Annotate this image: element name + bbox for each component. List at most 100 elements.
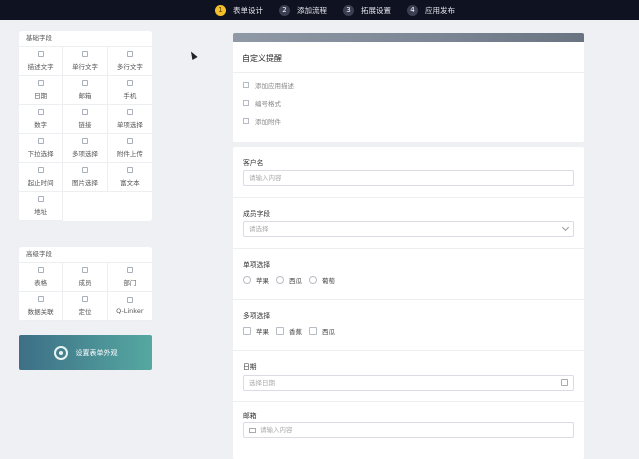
field-department[interactable]: 部门 [107, 263, 152, 292]
field-label: 附件上传 [116, 150, 143, 158]
field-label: 部门 [123, 279, 137, 287]
step-label: 添加流程 [297, 5, 327, 15]
field-table[interactable]: 表格 [19, 263, 64, 292]
field-q-linker[interactable]: Q-Linker [107, 292, 152, 321]
email-placeholder: 请输入内容 [260, 426, 293, 434]
step-number: 1 [215, 4, 226, 16]
calendar-icon [37, 80, 44, 86]
checkbox-icon [309, 327, 317, 335]
checkbox-option[interactable]: 苹果 [243, 326, 269, 336]
dropdown-icon [37, 138, 44, 144]
field-attachment[interactable]: 附件上传 [107, 134, 152, 163]
add-attachment-link[interactable]: 添加附件 [233, 112, 584, 130]
option-label: 西瓜 [322, 328, 335, 336]
field-rich-text[interactable]: 富文本 [107, 163, 152, 192]
step-navigation: 1 表单设计 2 添加流程 3 拓展设置 4 应用发布 [215, 3, 471, 17]
data-link-icon [37, 296, 44, 302]
radio-circle-icon [309, 276, 317, 284]
clock-icon [37, 167, 44, 173]
field-email[interactable]: 邮箱 [63, 76, 108, 105]
field-label: 定位 [78, 308, 92, 316]
option-label: 葡萄 [322, 277, 335, 285]
option-label: 苹果 [256, 277, 269, 285]
step-publish[interactable]: 4 应用发布 [407, 4, 455, 16]
step-extend-settings[interactable]: 3 拓展设置 [343, 4, 391, 16]
field-multi-select[interactable]: 多项选择 [63, 134, 108, 163]
field-time-range[interactable]: 起止时间 [19, 163, 64, 192]
date-picker-input[interactable]: 选择日期 [243, 375, 574, 391]
advanced-fields-panel: 高级字段 表格 成员 部门 数据关联 定位 Q-Linker [19, 247, 152, 321]
radio-option[interactable]: 葡萄 [309, 275, 335, 285]
form-header-card: 自定义提醒 添加应用描述 编号格式 添加附件 [233, 33, 584, 142]
field-multi-choice[interactable]: 多项选择 苹果 香蕉 西瓜 [233, 300, 584, 351]
mouse-cursor-icon [188, 50, 198, 60]
field-label: 手机 [123, 92, 137, 100]
field-number[interactable]: 数字 [19, 105, 64, 134]
field-member[interactable]: 成员字段 请选择 [233, 198, 584, 249]
step-form-design[interactable]: 1 表单设计 [215, 4, 263, 16]
text-icon [81, 51, 88, 57]
radio-option[interactable]: 西瓜 [276, 275, 302, 285]
field-label: 邮箱 [78, 92, 92, 100]
form-title[interactable]: 自定义提醒 [233, 42, 584, 73]
set-form-appearance-button[interactable]: 设置表单外观 [19, 335, 152, 370]
field-label: 邮箱 [243, 412, 257, 420]
appearance-label: 设置表单外观 [75, 348, 118, 357]
field-email[interactable]: 邮箱 请输入内容 [233, 402, 584, 459]
field-customer-name[interactable]: 客户名 请输入内容 [233, 147, 584, 198]
field-label: 起止时间 [27, 179, 54, 187]
number-format-link[interactable]: 编号格式 [233, 94, 584, 112]
field-desc-text[interactable]: 描述文字 [19, 47, 64, 76]
radio-option[interactable]: 苹果 [243, 275, 269, 285]
field-image[interactable]: 图片选择 [63, 163, 108, 192]
option-label: 香蕉 [289, 328, 302, 336]
field-label: 链接 [78, 121, 92, 129]
phone-icon [126, 80, 133, 86]
email-input[interactable]: 请输入内容 [243, 422, 574, 438]
field-address[interactable]: 地址 [19, 192, 64, 221]
field-link[interactable]: 链接 [63, 105, 108, 134]
option-label: 西瓜 [289, 277, 302, 285]
checkbox-icon [276, 327, 284, 335]
field-label: 单项选择 [116, 121, 143, 129]
radio-circle-icon [243, 276, 251, 284]
date-placeholder: 选择日期 [249, 379, 275, 387]
radio-icon [126, 109, 133, 115]
field-data-link[interactable]: 数据关联 [19, 292, 64, 321]
field-location[interactable]: 定位 [63, 292, 108, 321]
field-label: 描述文字 [27, 63, 54, 71]
radio-circle-icon [276, 276, 284, 284]
field-multi-line[interactable]: 多行文字 [107, 47, 152, 76]
comment-icon [243, 82, 249, 88]
field-member[interactable]: 成员 [63, 263, 108, 292]
link-label: 添加附件 [255, 118, 281, 126]
field-dropdown[interactable]: 下拉选择 [19, 134, 64, 163]
checkbox-option[interactable]: 西瓜 [309, 326, 335, 336]
add-description-link[interactable]: 添加应用描述 [233, 76, 584, 94]
field-label: 单行文字 [71, 63, 98, 71]
field-label: 数据关联 [27, 308, 54, 316]
field-label: 成员 [78, 279, 92, 287]
checkbox-option[interactable]: 香蕉 [276, 326, 302, 336]
attachment-icon [126, 138, 133, 144]
member-select[interactable]: 请选择 [243, 221, 574, 237]
field-phone[interactable]: 手机 [107, 76, 152, 105]
rich-text-icon [126, 167, 133, 173]
field-label: 富文本 [120, 179, 140, 187]
step-label: 表单设计 [233, 5, 263, 15]
header-banner [233, 33, 584, 42]
field-label: 成员字段 [243, 210, 271, 218]
field-date[interactable]: 日期 选择日期 [233, 351, 584, 402]
field-single-line[interactable]: 单行文字 [63, 47, 108, 76]
customer-name-input[interactable]: 请输入内容 [243, 170, 574, 186]
field-single-choice[interactable]: 单项选择 苹果 西瓜 葡萄 [233, 249, 584, 300]
link-label: 添加应用描述 [255, 82, 294, 90]
field-date[interactable]: 日期 [19, 76, 64, 105]
file-icon [243, 118, 249, 124]
step-add-process[interactable]: 2 添加流程 [279, 4, 327, 16]
mail-icon [249, 427, 256, 433]
paragraph-icon [126, 51, 133, 57]
field-label: 表格 [34, 279, 48, 287]
field-single-select[interactable]: 单项选择 [107, 105, 152, 134]
user-icon [81, 267, 88, 273]
